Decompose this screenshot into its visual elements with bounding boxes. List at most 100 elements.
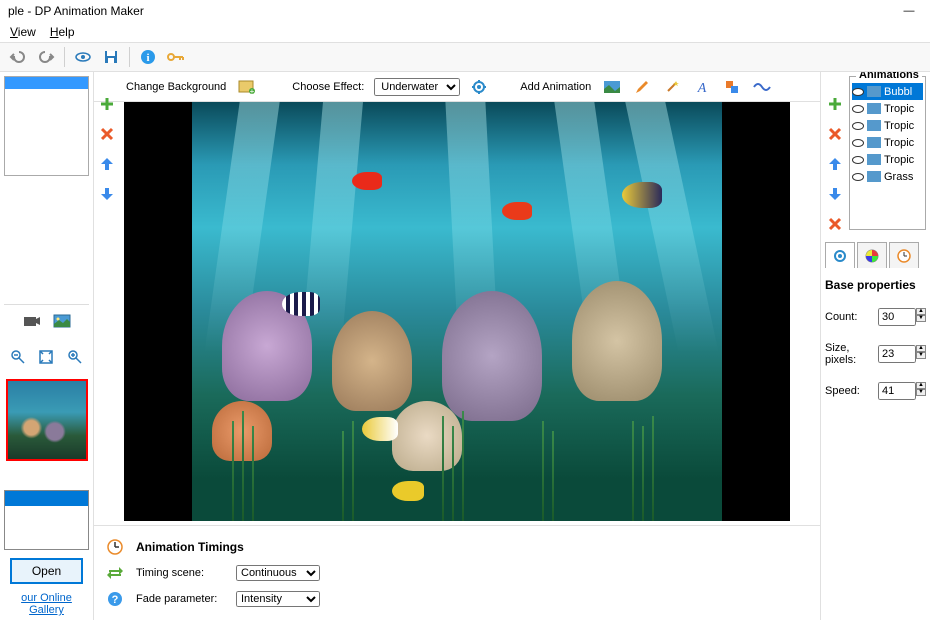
animation-label: Tropic <box>884 154 914 166</box>
count-spinner[interactable]: ▲▼ <box>916 308 926 326</box>
undo-button[interactable] <box>6 45 30 69</box>
canvas-area <box>94 102 820 525</box>
visibility-icon[interactable] <box>852 122 864 130</box>
fish <box>392 481 424 501</box>
visibility-icon[interactable] <box>852 173 864 181</box>
zoom-fit-icon[interactable] <box>34 345 58 369</box>
add-slide-button[interactable] <box>95 92 119 116</box>
file-item-selected[interactable] <box>5 491 88 506</box>
menu-help[interactable]: Help <box>50 25 75 39</box>
preview-button[interactable] <box>71 45 95 69</box>
menubar: View Help <box>0 22 930 42</box>
visibility-icon[interactable] <box>852 105 864 113</box>
svg-text:+: + <box>250 87 255 94</box>
animation-type-icon <box>867 171 881 182</box>
timing-tab[interactable] <box>889 242 919 268</box>
move-animation-up-button[interactable] <box>823 152 847 176</box>
animation-label: Tropic <box>884 137 914 149</box>
timings-heading: Animation Timings <box>136 540 244 554</box>
count-label: Count: <box>825 311 857 323</box>
animation-item[interactable]: Tropic <box>852 100 923 117</box>
key-button[interactable] <box>164 45 188 69</box>
move-down-button[interactable] <box>95 182 119 206</box>
size-input[interactable] <box>878 345 916 363</box>
slide-controls <box>96 92 118 206</box>
fish <box>622 182 662 208</box>
zoom-in-icon[interactable] <box>63 345 87 369</box>
animation-item[interactable]: Tropic <box>852 134 923 151</box>
canvas-content[interactable] <box>192 102 722 521</box>
visibility-icon[interactable] <box>852 88 864 96</box>
speed-label: Speed: <box>825 385 860 397</box>
svg-text:i: i <box>146 52 149 64</box>
right-sidebar: Animations Bubbl Tropic Tropic Tropic Tr… <box>820 72 930 620</box>
animation-item[interactable]: Tropic <box>852 151 923 168</box>
zoom-out-icon[interactable] <box>6 345 30 369</box>
redo-button[interactable] <box>34 45 58 69</box>
animations-list[interactable]: Bubbl Tropic Tropic Tropic Tropic Grass <box>850 77 925 191</box>
file-list[interactable] <box>4 490 89 550</box>
fish <box>502 202 532 220</box>
text-button[interactable]: A <box>691 76 713 98</box>
animation-type-icon <box>867 137 881 148</box>
animation-label: Tropic <box>884 103 914 115</box>
count-input[interactable] <box>878 308 916 326</box>
add-animation-button[interactable] <box>823 92 847 116</box>
info-button[interactable]: i <box>136 45 160 69</box>
help-icon[interactable]: ? <box>104 588 126 610</box>
separator <box>129 47 130 67</box>
animation-type-icon <box>867 120 881 131</box>
brush-button[interactable] <box>631 76 653 98</box>
color-tab[interactable] <box>857 242 887 268</box>
animations-frame: Animations Bubbl Tropic Tropic Tropic Tr… <box>849 76 926 230</box>
online-gallery-link[interactable]: our Online Gallery <box>4 592 89 616</box>
open-button[interactable]: Open <box>10 558 83 584</box>
delete-slide-button[interactable] <box>95 122 119 146</box>
window-title: ple - DP Animation Maker <box>8 4 144 18</box>
clock-icon <box>104 536 126 558</box>
animation-item[interactable]: Bubbl <box>852 83 923 100</box>
animation-item[interactable]: Tropic <box>852 117 923 134</box>
speed-spinner[interactable]: ▲▼ <box>916 382 926 400</box>
visibility-icon[interactable] <box>852 139 864 147</box>
properties-tab[interactable] <box>825 242 855 268</box>
picture-icon[interactable] <box>50 309 74 333</box>
animation-item[interactable]: Grass <box>852 168 923 185</box>
change-background-label: Change Background <box>126 81 226 93</box>
animation-label: Grass <box>884 171 913 183</box>
remove-animation-button[interactable] <box>823 212 847 236</box>
effect-settings-button[interactable] <box>468 76 490 98</box>
menu-view[interactable]: View <box>10 25 36 39</box>
change-background-button[interactable]: + <box>236 76 258 98</box>
background-preview[interactable] <box>6 379 88 461</box>
main-toolbar: i <box>0 42 930 72</box>
shape-button[interactable] <box>721 76 743 98</box>
speed-input[interactable] <box>878 382 916 400</box>
save-button[interactable] <box>99 45 123 69</box>
add-image-animation-button[interactable] <box>601 76 623 98</box>
effect-select[interactable]: Underwater <box>374 78 460 96</box>
animation-type-icon <box>867 103 881 114</box>
visibility-icon[interactable] <box>852 156 864 164</box>
fish <box>362 417 398 441</box>
move-up-button[interactable] <box>95 152 119 176</box>
magic-wand-button[interactable] <box>661 76 683 98</box>
window-controls: — <box>892 1 926 21</box>
delete-animation-button[interactable] <box>823 122 847 146</box>
wave-button[interactable] <box>751 76 773 98</box>
animation-type-icon <box>867 154 881 165</box>
minimize-button[interactable]: — <box>892 1 926 21</box>
zoom-controls <box>4 341 89 373</box>
animation-label: Tropic <box>884 120 914 132</box>
svg-text:A: A <box>697 81 707 95</box>
choose-effect-label: Choose Effect: <box>292 81 364 93</box>
fade-parameter-select[interactable]: Intensity <box>236 591 320 607</box>
left-tools <box>4 304 89 337</box>
slide-thumbnail[interactable] <box>4 76 89 176</box>
camera-icon[interactable] <box>20 309 44 333</box>
size-spinner[interactable]: ▲▼ <box>916 345 926 363</box>
separator <box>64 47 65 67</box>
animation-type-icon <box>867 86 881 97</box>
move-animation-down-button[interactable] <box>823 182 847 206</box>
timing-scene-select[interactable]: Continuous <box>236 565 320 581</box>
